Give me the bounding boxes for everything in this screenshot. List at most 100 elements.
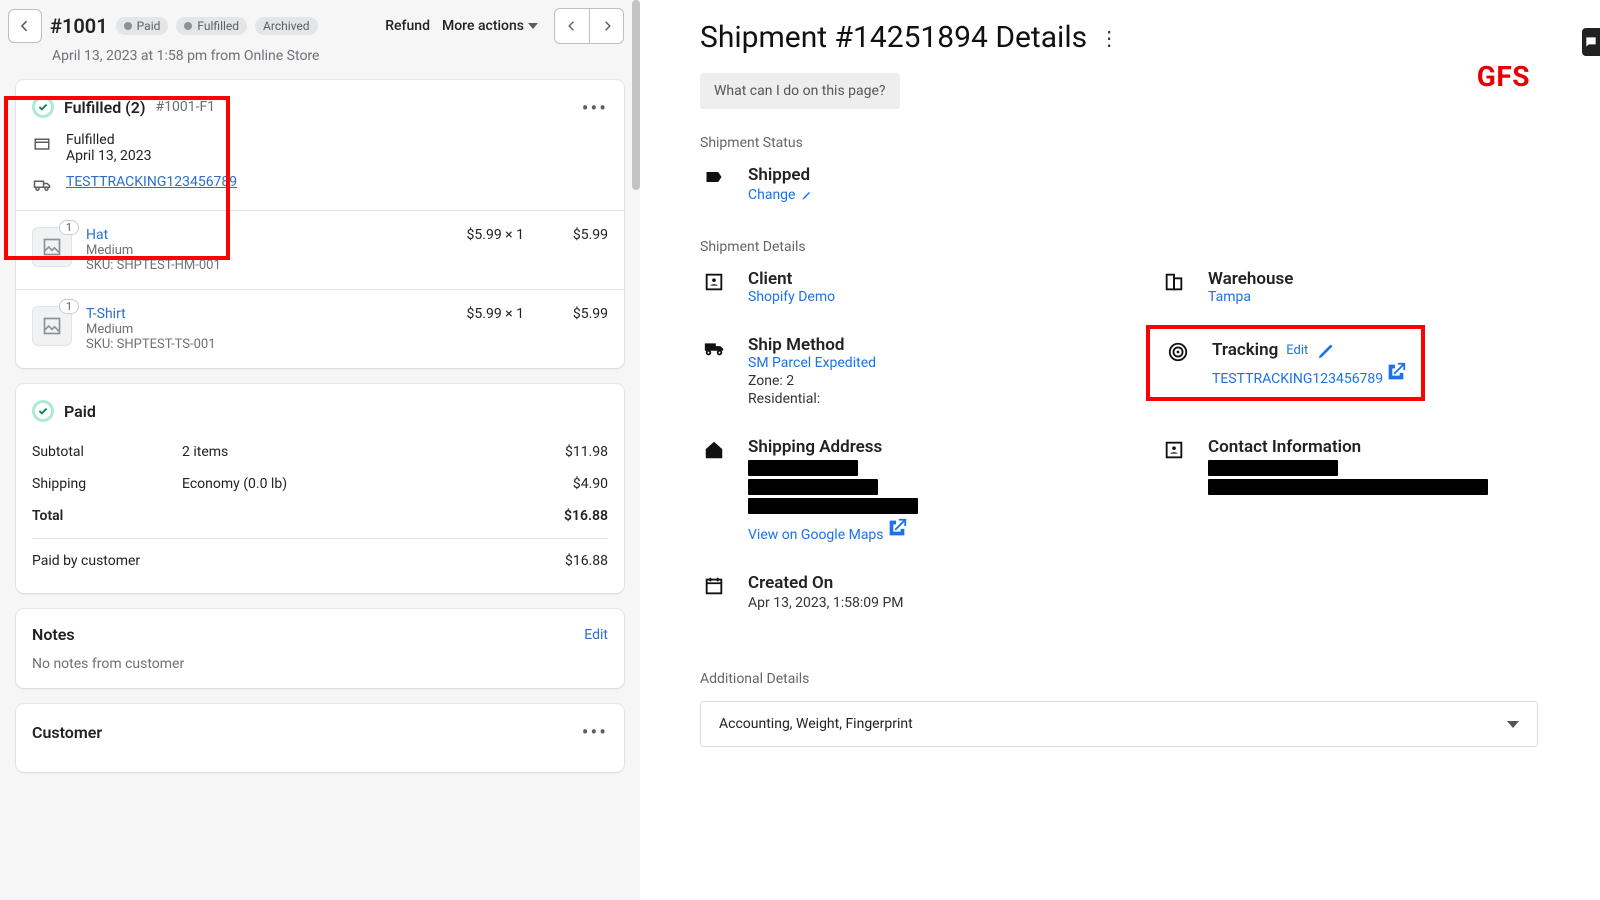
badge-archived: Archived xyxy=(255,17,317,35)
package-icon xyxy=(32,132,52,152)
product-line-total: $5.99 xyxy=(538,306,608,322)
person-badge-icon xyxy=(700,269,728,293)
customer-menu-button[interactable]: ••• xyxy=(582,720,608,744)
product-thumb: 1 xyxy=(32,306,72,346)
product-sku: SKU: SHPTEST-HM-001 xyxy=(86,258,410,273)
badge-archived-label: Archived xyxy=(263,19,309,33)
badge-paid: Paid xyxy=(116,17,169,35)
shipment-status-section-label: Shipment Status xyxy=(700,135,1588,151)
product-name-link[interactable]: Hat xyxy=(86,227,410,243)
badge-paid-label: Paid xyxy=(137,19,161,33)
product-thumb: 1 xyxy=(32,227,72,267)
shipping-note: Economy (0.0 lb) xyxy=(182,476,573,492)
fulfillment-status-label: Fulfilled xyxy=(66,132,151,148)
next-order-button[interactable] xyxy=(589,9,623,43)
fulfillment-card: Fulfilled (2) #1001-F1 ••• Fulfilled Apr… xyxy=(16,80,624,368)
arrow-left-icon xyxy=(17,18,33,34)
scrollbar[interactable] xyxy=(632,0,640,190)
contact-info-row: Contact Information xyxy=(1160,437,1588,543)
redacted-line xyxy=(748,460,858,476)
contact-info-label: Contact Information xyxy=(1208,437,1498,457)
product-qty-badge: 1 xyxy=(59,220,79,235)
open-external-icon xyxy=(1385,361,1407,383)
created-on-row: Created On Apr 13, 2023, 1:58:09 PM xyxy=(700,573,1140,611)
image-icon xyxy=(42,237,62,257)
ship-method-residential: Residential: xyxy=(748,391,876,407)
warehouse-link[interactable]: Tampa xyxy=(1208,289,1251,305)
order-header: #1001 Paid Fulfilled Archived Refund Mor… xyxy=(0,0,640,48)
image-icon xyxy=(42,316,62,336)
tracking-label: Tracking xyxy=(1212,340,1278,360)
tracking-row: Tracking Edit TESTTRACKING123456789 xyxy=(1160,335,1588,407)
open-external-icon xyxy=(886,517,908,539)
client-row: Client Shopify Demo xyxy=(700,269,1140,305)
product-qty-badge: 1 xyxy=(59,299,79,314)
change-status-label: Change xyxy=(748,187,795,203)
redacted-line xyxy=(748,479,878,495)
building-icon xyxy=(1160,269,1188,293)
order-nav-arrows xyxy=(554,8,624,44)
ship-method-link[interactable]: SM Parcel Expedited xyxy=(748,355,876,371)
product-line-total: $5.99 xyxy=(538,227,608,243)
view-on-maps-label: View on Google Maps xyxy=(748,527,884,543)
fulfillment-menu-button[interactable]: ••• xyxy=(582,96,608,120)
gfs-logo: GFS xyxy=(1477,60,1530,93)
additional-details-accordion[interactable]: Accounting, Weight, Fingerprint xyxy=(700,701,1538,747)
notes-empty-text: No notes from customer xyxy=(32,656,608,672)
redacted-line xyxy=(748,498,918,514)
contact-card-icon xyxy=(1160,437,1188,461)
shipping-address-row: Shipping Address View on Google Maps xyxy=(700,437,1140,543)
order-subline: April 13, 2023 at 1:58 pm from Online St… xyxy=(0,48,640,80)
caret-down-icon xyxy=(528,23,538,29)
tag-icon xyxy=(700,165,728,189)
badge-fulfilled: Fulfilled xyxy=(176,17,247,35)
line-item: 1 T-Shirt Medium SKU: SHPTEST-TS-001 $5.… xyxy=(16,289,624,368)
customer-card: Customer ••• xyxy=(16,704,624,772)
ship-method-zone: Zone: 2 xyxy=(748,373,876,389)
tracking-number-link[interactable]: TESTTRACKING123456789 xyxy=(1212,371,1407,387)
warehouse-label: Warehouse xyxy=(1208,269,1293,289)
shipping-label: Shipping xyxy=(32,476,182,492)
truck-icon xyxy=(700,335,728,359)
product-variant: Medium xyxy=(86,322,410,337)
paid-by-value: $16.88 xyxy=(565,553,608,569)
view-on-maps-link[interactable]: View on Google Maps xyxy=(748,527,908,543)
payment-card: Paid Subtotal 2 items $11.98 Shipping Ec… xyxy=(16,384,624,593)
shipment-menu-button[interactable]: ⋮ xyxy=(1099,26,1119,50)
target-icon xyxy=(1164,339,1192,363)
edit-tracking-button[interactable]: Edit xyxy=(1286,343,1308,358)
order-number: #1001 xyxy=(50,14,108,38)
change-status-button[interactable]: Change xyxy=(748,187,813,203)
check-circle-icon xyxy=(32,96,54,118)
chat-icon xyxy=(1584,35,1598,49)
redacted-line xyxy=(1208,479,1488,495)
chevron-left-icon xyxy=(565,19,579,33)
shipping-value: $4.90 xyxy=(573,476,608,492)
edit-tracking-label: Edit xyxy=(1286,343,1308,358)
calendar-icon xyxy=(700,573,728,597)
badge-fulfilled-label: Fulfilled xyxy=(197,19,239,33)
product-name-link[interactable]: T-Shirt xyxy=(86,306,410,322)
refund-button[interactable]: Refund xyxy=(381,12,434,40)
home-icon xyxy=(700,437,728,461)
notes-title: Notes xyxy=(32,625,75,644)
pencil-icon xyxy=(801,189,813,201)
edit-notes-button[interactable]: Edit xyxy=(584,627,608,643)
client-link[interactable]: Shopify Demo xyxy=(748,289,835,305)
product-sku: SKU: SHPTEST-TS-001 xyxy=(86,337,410,352)
fulfillment-id: #1001-F1 xyxy=(155,99,215,115)
subtotal-label: Subtotal xyxy=(32,444,182,460)
line-item: 1 Hat Medium SKU: SHPTEST-HM-001 $5.99 ×… xyxy=(16,211,624,289)
product-line-price: $5.99 × 1 xyxy=(424,306,524,322)
back-button[interactable] xyxy=(8,9,42,43)
truck-icon xyxy=(32,174,52,194)
feedback-tab-button[interactable] xyxy=(1582,28,1600,56)
warehouse-row: Warehouse Tampa xyxy=(1160,269,1588,305)
fulfillment-meta: Fulfilled April 13, 2023 TESTTRACKING123… xyxy=(16,122,624,210)
tracking-link[interactable]: TESTTRACKING123456789 xyxy=(66,174,237,190)
shipment-details-grid: Client Shopify Demo Warehouse Tampa Ship… xyxy=(700,269,1588,611)
prev-order-button[interactable] xyxy=(555,9,589,43)
more-actions-button[interactable]: More actions xyxy=(442,18,538,34)
help-chip[interactable]: What can I do on this page? xyxy=(700,73,900,109)
redacted-line xyxy=(1208,460,1338,476)
